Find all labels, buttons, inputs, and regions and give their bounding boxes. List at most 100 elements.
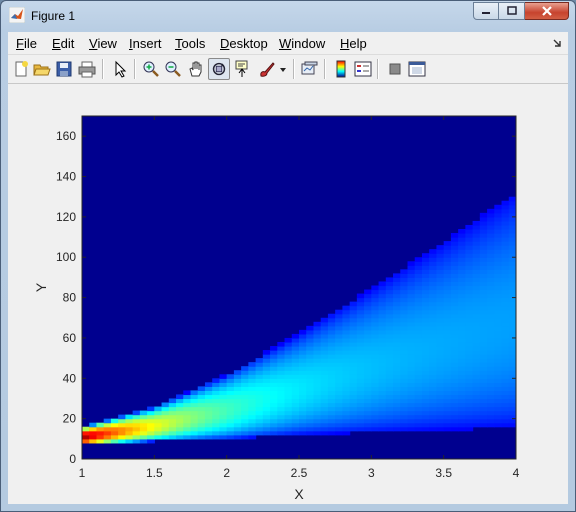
open-file-icon[interactable]	[33, 60, 51, 78]
hide-plot-tools-icon[interactable]	[386, 60, 404, 78]
heatmap-cell	[270, 374, 278, 379]
heatmap-cell	[494, 241, 503, 246]
heatmap-cell	[494, 204, 503, 210]
heatmap-cell	[429, 293, 438, 299]
heatmap-cell	[429, 382, 438, 387]
heatmap-cell	[371, 301, 380, 307]
heatmap-cell	[429, 301, 438, 307]
heatmap-cell	[176, 410, 184, 416]
heatmap-cell	[436, 285, 445, 291]
heatmap-cell	[465, 402, 474, 408]
new-figure-icon[interactable]	[12, 60, 30, 78]
legend-icon[interactable]	[354, 60, 372, 78]
heatmap-cell	[212, 426, 221, 432]
heatmap-cell	[313, 337, 322, 343]
heatmap-cell	[277, 430, 286, 436]
rotate-3d-icon[interactable]	[208, 58, 230, 80]
heatmap-cell	[118, 418, 126, 424]
heatmap-cell	[472, 265, 481, 270]
heatmap-cell	[176, 414, 184, 420]
heatmap-cell	[262, 426, 271, 432]
heatmap-cell	[479, 398, 488, 404]
menu-tools[interactable]: Tools	[175, 36, 205, 51]
heatmap-cell	[508, 402, 516, 408]
heatmap-cell	[125, 414, 134, 420]
heatmap-cell	[479, 390, 488, 396]
heatmap-cell	[371, 366, 380, 371]
heatmap-cell	[479, 341, 488, 347]
heatmap-cell	[219, 410, 228, 416]
heatmap-cell	[458, 265, 466, 270]
brush-dropdown-icon[interactable]	[278, 60, 288, 78]
title-bar[interactable]: Figure 1	[1, 1, 575, 31]
show-plot-tools-icon[interactable]	[408, 60, 426, 78]
heatmap-cell	[342, 422, 351, 428]
heatmap-cell	[190, 422, 199, 428]
heatmap-cell	[414, 374, 423, 379]
heatmap-cell	[414, 378, 423, 383]
link-plot-icon[interactable]	[300, 60, 318, 78]
menu-window[interactable]: Window	[279, 36, 325, 51]
heatmap-cell	[219, 406, 228, 412]
heatmap-cell	[421, 354, 430, 359]
heatmap-cell	[168, 398, 177, 404]
heatmap-cell	[494, 325, 503, 331]
zoom-in-icon[interactable]	[142, 60, 160, 78]
heatmap-cell	[436, 378, 445, 383]
maximize-button[interactable]	[499, 2, 525, 20]
heatmap-cell	[501, 285, 510, 291]
close-button[interactable]	[525, 2, 569, 20]
menu-edit[interactable]: Edit	[52, 36, 74, 51]
heatmap-cell	[501, 309, 510, 315]
menu-help[interactable]: Help	[340, 36, 367, 51]
heatmap-cell	[487, 265, 495, 270]
heatmap-cell	[277, 378, 286, 383]
heatmap-cell	[385, 293, 394, 299]
heatmap-cell	[436, 301, 445, 307]
heatmap-cell	[429, 257, 438, 262]
data-cursor-icon[interactable]	[234, 60, 252, 78]
heatmap-cell	[487, 253, 495, 258]
heatmap-cell	[450, 281, 459, 287]
heatmap-cell	[270, 406, 278, 412]
heatmap-cell	[233, 430, 242, 436]
heatmap-cell	[501, 228, 510, 234]
heatmap-cell	[479, 301, 488, 307]
colorbar-icon[interactable]	[332, 60, 350, 78]
heatmap-cell	[364, 378, 372, 383]
minimize-button[interactable]	[473, 2, 499, 20]
heatmap-cell	[277, 366, 286, 371]
print-icon[interactable]	[78, 60, 96, 78]
heatmap-cell	[393, 390, 401, 396]
heatmap-cell	[385, 374, 394, 379]
zoom-out-icon[interactable]	[164, 60, 182, 78]
heatmap-cell	[472, 285, 481, 291]
heatmap-cell	[436, 305, 445, 311]
heatmap-cell	[277, 382, 286, 387]
heatmap-chart[interactable]: 1 1.5 2 2.5 3 3.5 4 020406080100120140160 X Y	[8, 84, 568, 504]
heatmap-cell	[400, 382, 409, 387]
heatmap-cell	[103, 422, 112, 428]
save-icon[interactable]	[55, 60, 73, 78]
menu-desktop[interactable]: Desktop	[220, 36, 268, 51]
heatmap-cell	[494, 321, 503, 327]
menu-view[interactable]: View	[89, 36, 117, 51]
edit-plot-icon[interactable]	[112, 60, 130, 78]
heatmap-cell	[421, 390, 430, 396]
brush-icon[interactable]	[258, 60, 276, 78]
pan-icon[interactable]	[187, 60, 205, 78]
heatmap-cell	[270, 370, 278, 375]
heatmap-cell	[378, 422, 387, 428]
menu-file[interactable]: File	[16, 36, 37, 51]
heatmap-cell	[472, 398, 481, 404]
menu-insert[interactable]: Insert	[129, 36, 162, 51]
heatmap-cell	[407, 321, 416, 327]
heatmap-cell	[421, 309, 430, 315]
heatmap-cell	[356, 305, 365, 311]
heatmap-cell	[400, 297, 409, 303]
heatmap-cell	[161, 410, 170, 416]
heatmap-cell	[306, 406, 315, 412]
heatmap-cell	[472, 394, 481, 400]
menu-dock-arrow-icon[interactable]	[552, 38, 562, 48]
y-tick-label: 20	[63, 412, 77, 426]
